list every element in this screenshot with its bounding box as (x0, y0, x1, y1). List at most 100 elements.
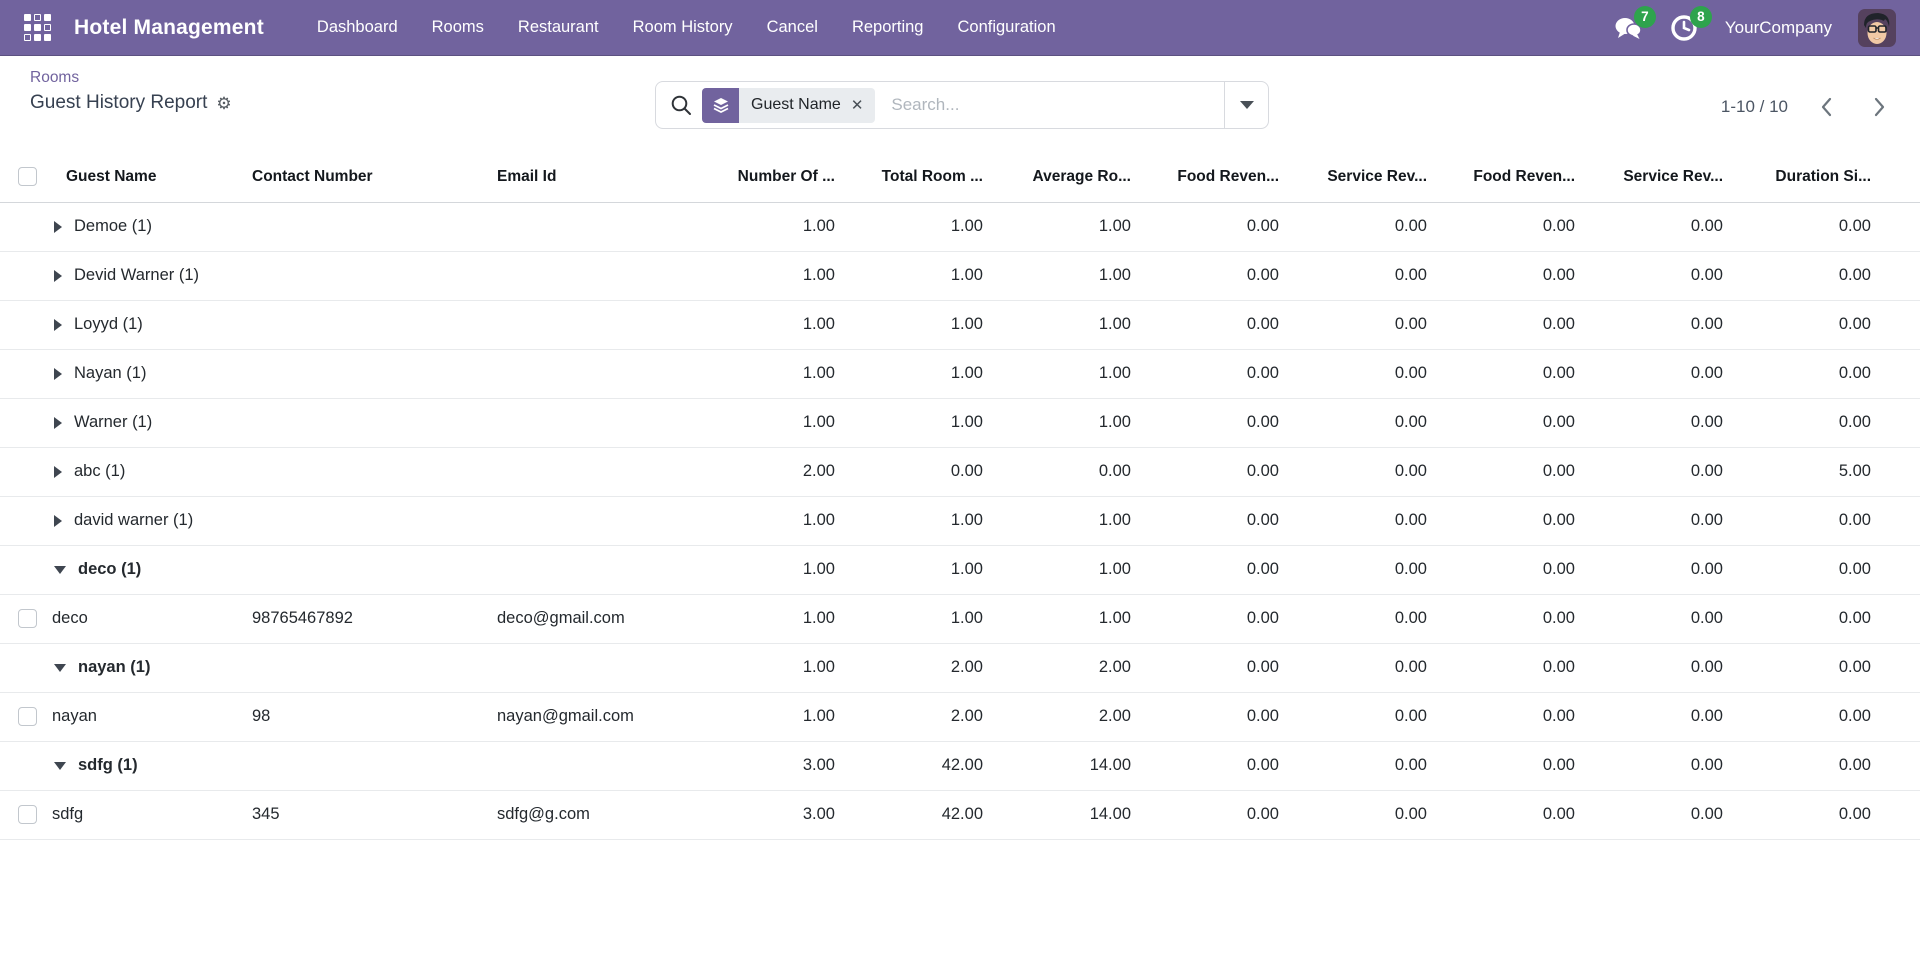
value-cell: 0.00 (1733, 594, 1881, 643)
apps-grid-icon[interactable] (24, 14, 52, 42)
column-header-contact-number[interactable]: Contact Number (252, 152, 497, 202)
messages-button[interactable]: 7 (1613, 13, 1643, 43)
nav-item-dashboard[interactable]: Dashboard (304, 10, 411, 45)
group-row-spacer (0, 741, 44, 790)
group-label: david warner (1) (74, 511, 193, 530)
value-cell: 0.00 (1585, 447, 1733, 496)
value-cell: 0.00 (1141, 202, 1289, 251)
activities-button[interactable]: 8 (1669, 13, 1699, 43)
user-avatar[interactable] (1858, 9, 1896, 47)
empty-cell (497, 202, 697, 251)
column-header-service-rev[interactable]: Service Rev... (1585, 152, 1733, 202)
search-facet-groupby[interactable]: Guest Name ✕ (702, 88, 875, 123)
value-cell: 0.00 (1585, 741, 1733, 790)
search-dropdown-toggle[interactable] (1224, 82, 1268, 128)
record-row-deco[interactable]: deco98765467892deco@gmail.com1.001.001.0… (0, 594, 1920, 643)
select-all-checkbox[interactable] (18, 167, 37, 186)
value-cell: 1.00 (993, 300, 1141, 349)
caret-down-icon[interactable] (54, 566, 66, 574)
caret-down-icon[interactable] (54, 664, 66, 672)
caret-right-icon[interactable] (54, 368, 62, 380)
column-header-number-of[interactable]: Number Of ... (697, 152, 845, 202)
nav-item-configuration[interactable]: Configuration (944, 10, 1068, 45)
column-header-duration-si[interactable]: Duration Si... (1733, 152, 1881, 202)
row-checkbox[interactable] (18, 805, 37, 824)
column-header-service-rev[interactable]: Service Rev... (1289, 152, 1437, 202)
value-cell: 0.00 (1141, 398, 1289, 447)
nav-item-room-history[interactable]: Room History (620, 10, 746, 45)
group-row-nayan-1[interactable]: Nayan (1)1.001.001.000.000.000.000.000.0… (0, 349, 1920, 398)
breadcrumb[interactable]: Rooms (30, 69, 232, 87)
value-cell: 0.00 (1585, 545, 1733, 594)
group-row-nayan-1[interactable]: nayan (1)1.002.002.000.000.000.000.000.0… (0, 643, 1920, 692)
group-row-devid-warner-1[interactable]: Devid Warner (1)1.001.001.000.000.000.00… (0, 251, 1920, 300)
row-spacer (1881, 251, 1920, 300)
pager-range: 1-10 / 10 (1721, 97, 1788, 117)
top-navbar: Hotel Management DashboardRoomsRestauran… (0, 0, 1920, 56)
gear-icon[interactable]: ⚙ (216, 95, 231, 112)
value-cell: 0.00 (1733, 790, 1881, 839)
value-cell: 0.00 (1437, 251, 1585, 300)
value-cell: 0.00 (1141, 496, 1289, 545)
value-cell: 0.00 (1437, 692, 1585, 741)
empty-cell (497, 251, 697, 300)
value-cell: 1.00 (697, 398, 845, 447)
row-checkbox[interactable] (18, 609, 37, 628)
nav-item-cancel[interactable]: Cancel (754, 10, 831, 45)
caret-right-icon[interactable] (54, 319, 62, 331)
nav-item-rooms[interactable]: Rooms (419, 10, 497, 45)
column-header-guest-name[interactable]: Guest Name (44, 152, 252, 202)
value-cell: 0.00 (1141, 300, 1289, 349)
caret-down-icon[interactable] (54, 762, 66, 770)
row-checkbox[interactable] (18, 707, 37, 726)
value-cell: 0.00 (1289, 398, 1437, 447)
empty-cell (252, 545, 497, 594)
group-row-david-warner-1[interactable]: david warner (1)1.001.001.000.000.000.00… (0, 496, 1920, 545)
empty-cell (252, 202, 497, 251)
group-row-spacer (0, 398, 44, 447)
value-cell: 0.00 (1437, 300, 1585, 349)
group-label: Demoe (1) (74, 217, 152, 236)
caret-right-icon[interactable] (54, 417, 62, 429)
group-row-deco-1[interactable]: deco (1)1.001.001.000.000.000.000.000.00 (0, 545, 1920, 594)
empty-cell (252, 643, 497, 692)
caret-right-icon[interactable] (54, 270, 62, 282)
table-header-row: Guest NameContact NumberEmail IdNumber O… (0, 152, 1920, 202)
value-cell: 14.00 (993, 741, 1141, 790)
nav-item-reporting[interactable]: Reporting (839, 10, 937, 45)
row-spacer (1881, 496, 1920, 545)
activities-count-badge: 8 (1690, 6, 1712, 28)
column-header-total-room[interactable]: Total Room ... (845, 152, 993, 202)
pager-next-button[interactable] (1866, 92, 1892, 122)
company-switcher[interactable]: YourCompany (1725, 18, 1832, 38)
column-header-average-ro[interactable]: Average Ro... (993, 152, 1141, 202)
group-row-sdfg-1[interactable]: sdfg (1)3.0042.0014.000.000.000.000.000.… (0, 741, 1920, 790)
main-menu: DashboardRoomsRestaurantRoom HistoryCanc… (304, 10, 1613, 45)
value-cell: 0.00 (1437, 790, 1585, 839)
nav-item-restaurant[interactable]: Restaurant (505, 10, 612, 45)
record-row-sdfg[interactable]: sdfg345sdfg@g.com3.0042.0014.000.000.000… (0, 790, 1920, 839)
value-cell: 0.00 (1141, 643, 1289, 692)
group-row-loyyd-1[interactable]: Loyyd (1)1.001.001.000.000.000.000.000.0… (0, 300, 1920, 349)
group-label: abc (1) (74, 462, 125, 481)
record-row-nayan[interactable]: nayan98nayan@gmail.com1.002.002.000.000.… (0, 692, 1920, 741)
value-cell: 0.00 (1585, 300, 1733, 349)
facet-close-icon[interactable]: ✕ (851, 96, 864, 114)
group-row-demoe-1[interactable]: Demoe (1)1.001.001.000.000.000.000.000.0… (0, 202, 1920, 251)
search-bar[interactable]: Guest Name ✕ Search... (655, 81, 1269, 129)
value-cell: 3.00 (697, 790, 845, 839)
group-row-abc-1[interactable]: abc (1)2.000.000.000.000.000.000.005.00 (0, 447, 1920, 496)
empty-cell (252, 398, 497, 447)
caret-right-icon[interactable] (54, 221, 62, 233)
value-cell: 0.00 (1141, 545, 1289, 594)
column-header-email-id[interactable]: Email Id (497, 152, 697, 202)
group-row-warner-1[interactable]: Warner (1)1.001.001.000.000.000.000.000.… (0, 398, 1920, 447)
search-input[interactable]: Search... (891, 95, 1224, 115)
column-header-food-reven[interactable]: Food Reven... (1437, 152, 1585, 202)
caret-right-icon[interactable] (54, 515, 62, 527)
pager-previous-button[interactable] (1814, 92, 1840, 122)
value-cell: 0.00 (1585, 790, 1733, 839)
caret-right-icon[interactable] (54, 466, 62, 478)
column-header-food-reven[interactable]: Food Reven... (1141, 152, 1289, 202)
value-cell: 0.00 (1141, 349, 1289, 398)
